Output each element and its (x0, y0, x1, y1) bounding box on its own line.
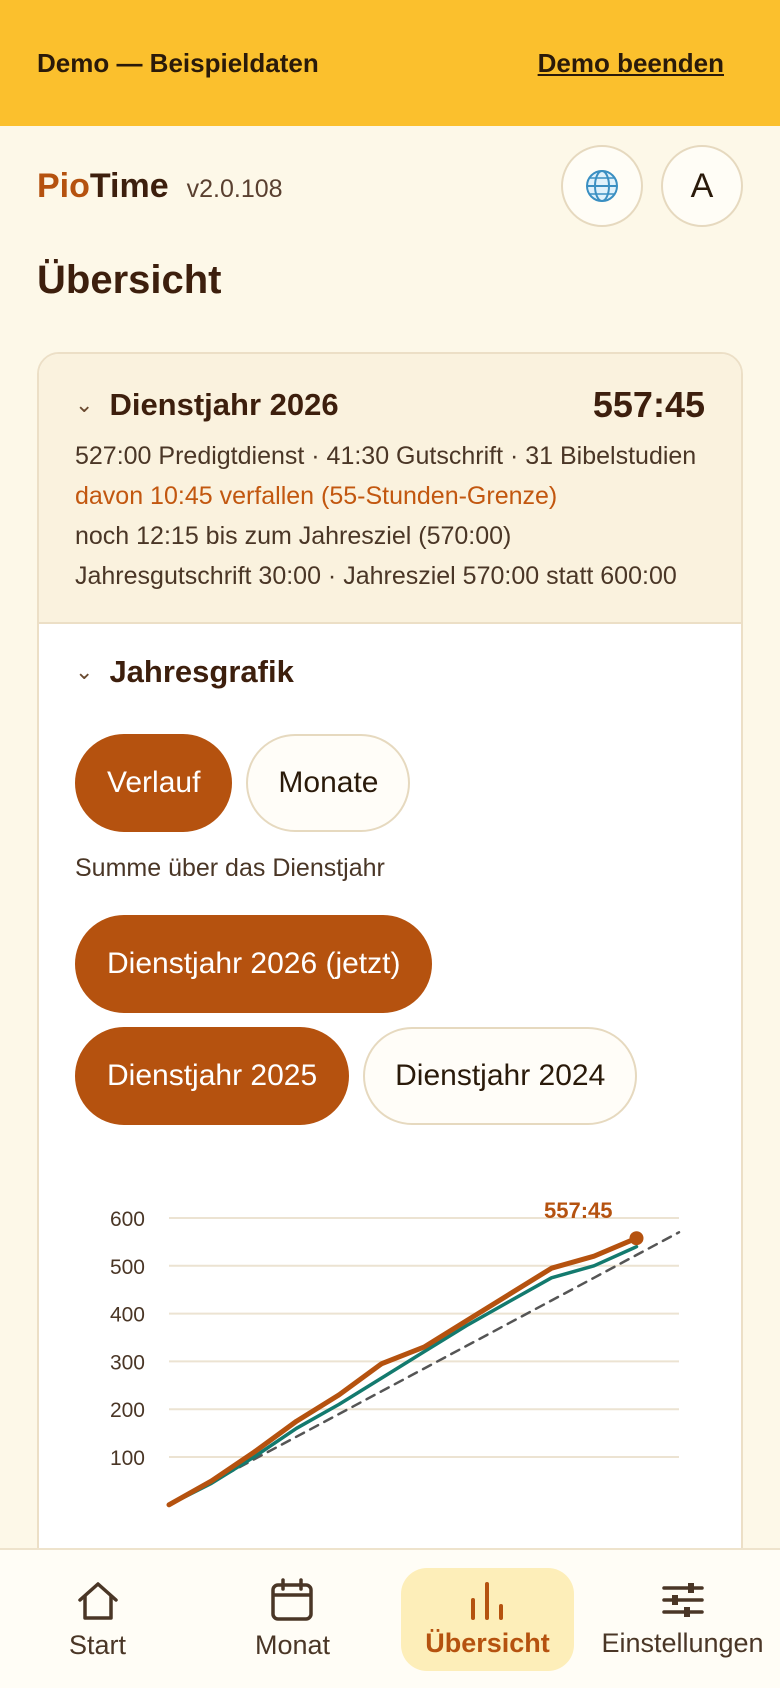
sliders-icon (661, 1582, 704, 1617)
chart-y-tick-label: 200 (110, 1399, 145, 1422)
chart-y-tick-label: 600 (110, 1208, 145, 1231)
summary-credit: Jahresgutschrift 30:00 · Jahresziel 570:… (75, 562, 677, 590)
chart-series-line (167, 1244, 639, 1507)
year-2024-button[interactable]: Dienstjahr 2024 (363, 1027, 638, 1125)
app-version: v2.0.108 (186, 174, 283, 203)
year-2026-button[interactable]: Dienstjahr 2026 (jetzt) (75, 915, 433, 1013)
bottom-tab-bar: Start Monat Übersicht Einstellungen (0, 1548, 780, 1688)
chart-series-line (166, 1235, 639, 1508)
tab-monat-label: Monat (254, 1629, 331, 1660)
tab-einstellungen-label: Einstellungen (601, 1627, 764, 1658)
chart-end-label: 557:45 (544, 1198, 613, 1223)
house-icon (77, 1581, 118, 1620)
chart-y-tick-label: 300 (110, 1351, 145, 1374)
exit-demo-link[interactable]: Demo beenden (538, 48, 724, 79)
mode-verlauf-button[interactable]: Verlauf (75, 734, 233, 832)
summary-remaining: noch 12:15 bis zum Jahresziel (570:00) (75, 522, 512, 550)
service-year-total: 557:45 (592, 384, 705, 425)
language-button[interactable] (561, 145, 643, 227)
demo-banner-text: Demo — Beispieldaten (37, 47, 319, 78)
chart-y-tick-label: 100 (110, 1447, 145, 1470)
tab-einstellungen[interactable]: Einstellungen (585, 1550, 780, 1688)
tab-uebersicht[interactable]: Übersicht (390, 1550, 585, 1688)
page-title: Übersicht (37, 258, 222, 302)
year-2025-button[interactable]: Dienstjahr 2025 (75, 1027, 350, 1125)
globe-icon (586, 170, 618, 202)
chart-y-tick-label: 500 (110, 1256, 145, 1279)
calendar-icon (271, 1577, 314, 1621)
app-header: PioTime v2.0.108 A (37, 145, 743, 227)
service-year-title: Dienstjahr 2026 (109, 387, 339, 422)
year-chart-header[interactable]: ⌄ Jahresgrafik (75, 654, 705, 690)
chevron-down-icon: ⌄ (75, 392, 94, 417)
chart-y-tick-label: 400 (110, 1304, 145, 1327)
chart-end-point (629, 1231, 644, 1246)
mode-monate-button[interactable]: Monate (246, 734, 411, 832)
tab-monat[interactable]: Monat (195, 1550, 390, 1688)
year-chart-section: ⌄ Jahresgrafik Verlauf Monate Summe über… (39, 624, 741, 1155)
tab-start-label: Start (68, 1629, 127, 1660)
bar-chart-icon (471, 1581, 504, 1620)
chevron-down-icon: ⌄ (75, 659, 94, 684)
service-year-card: ⌄ Dienstjahr 2026 557:45 527:00 Predigtd… (37, 352, 743, 1652)
app-logo: PioTime (37, 166, 169, 205)
chart-subtitle: Summe über das Dienstjahr (75, 854, 385, 882)
summary-expired-warning: davon 10:45 verfallen (55-Stunden-Grenze… (75, 482, 558, 510)
summary-breakdown: 527:00 Predigtdienst · 41:30 Gutschrift … (75, 442, 697, 470)
profile-avatar-button[interactable]: A (661, 145, 743, 227)
tab-start[interactable]: Start (0, 1550, 195, 1688)
year-chart-title: Jahresgrafik (109, 654, 294, 689)
service-year-summary[interactable]: ⌄ Dienstjahr 2026 557:45 527:00 Predigtd… (39, 354, 741, 624)
demo-banner: Demo — Beispieldaten Demo beenden (0, 0, 780, 126)
tab-uebersicht-label: Übersicht (425, 1627, 550, 1658)
